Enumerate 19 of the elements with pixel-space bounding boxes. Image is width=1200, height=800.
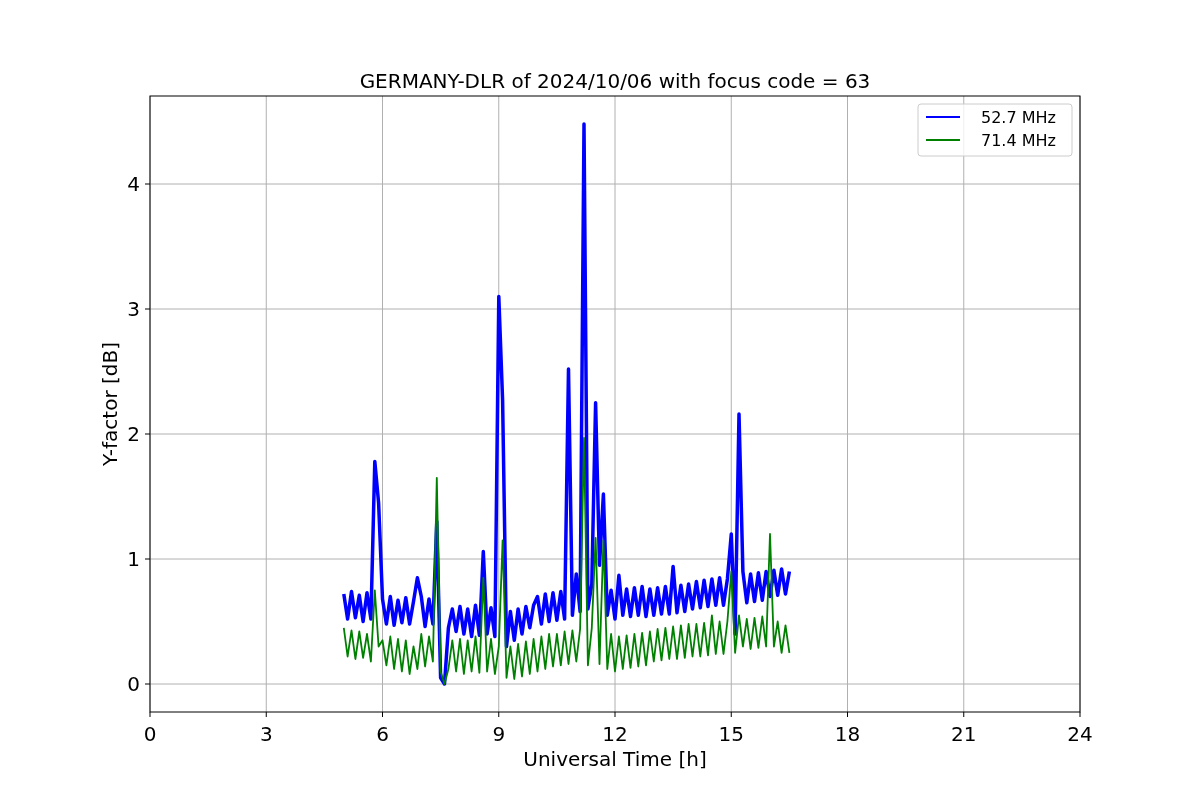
legend-label: 71.4 MHz bbox=[981, 131, 1056, 150]
legend-label: 52.7 MHz bbox=[981, 108, 1056, 127]
tick-label: 6 bbox=[376, 722, 389, 746]
tick-label: 4 bbox=[127, 172, 140, 196]
tick-label: 15 bbox=[718, 722, 744, 746]
y-axis-label: Y-factor [dB] bbox=[98, 342, 122, 466]
tick-label: 1 bbox=[127, 547, 140, 571]
tick-label: 12 bbox=[602, 722, 628, 746]
tick-label: 18 bbox=[834, 722, 861, 746]
tick-label: 2 bbox=[127, 422, 140, 446]
tick-label: 9 bbox=[492, 722, 506, 746]
tick-label: 0 bbox=[143, 722, 157, 746]
x-axis-label: Universal Time [h] bbox=[523, 747, 707, 771]
tick-label: 3 bbox=[259, 722, 273, 746]
tick-label: 21 bbox=[951, 722, 977, 746]
tick-label: 24 bbox=[1067, 722, 1093, 746]
tick-label: 0 bbox=[127, 672, 140, 696]
tick-label: 3 bbox=[127, 297, 140, 321]
chart-title: GERMANY-DLR of 2024/10/06 with focus code = 63 bbox=[359, 69, 871, 93]
